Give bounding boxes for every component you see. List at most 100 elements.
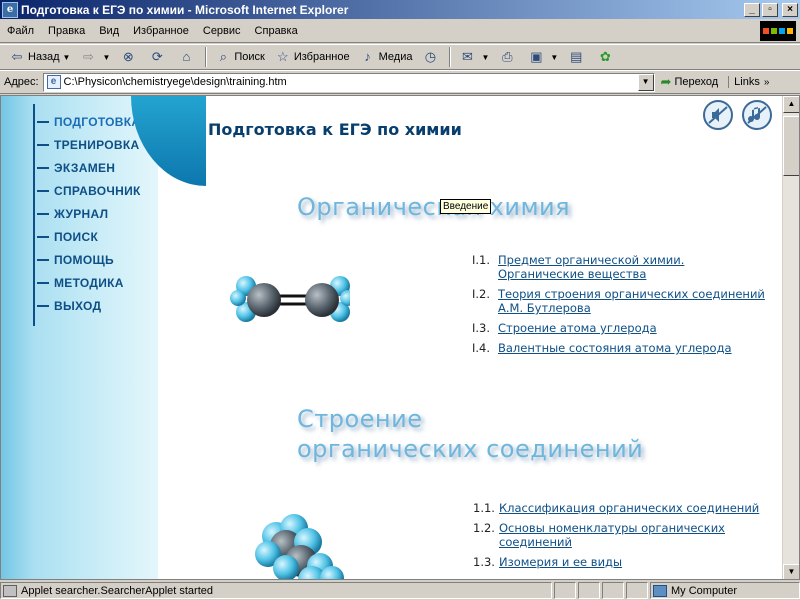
mail-dropdown-icon[interactable]: ▼	[481, 53, 489, 62]
minimize-button[interactable]: _	[744, 2, 760, 17]
nav-item-zhurnal[interactable]: ЖУРНАЛ	[37, 202, 141, 225]
favorites-button[interactable]: ☆ Избранное	[270, 46, 355, 68]
ie-icon: e	[2, 1, 18, 18]
toc-link[interactable]: Изомерия и ее виды	[499, 555, 622, 569]
edit-button[interactable]: ▣ ▼	[523, 46, 563, 68]
toc-number: 1.3.	[473, 555, 495, 569]
menu-tools[interactable]: Сервис	[196, 25, 248, 37]
maximize-button[interactable]: ▫	[762, 2, 778, 17]
mail-icon: ✉	[462, 49, 473, 64]
search-label: Поиск	[234, 51, 265, 63]
toc-number: I.2.	[472, 287, 491, 301]
nav-dash	[37, 304, 49, 307]
messenger-icon: ✿	[599, 49, 611, 64]
toc-number: 1.2.	[473, 521, 495, 535]
media-label: Медиа	[378, 51, 413, 63]
toc-number: 1.1.	[473, 501, 495, 515]
media-icon: ♪	[364, 49, 371, 64]
menu-bar: Файл Правка Вид Избранное Сервис Справка	[0, 19, 800, 43]
nav-item-spravochnik[interactable]: СПРАВОЧНИК	[37, 179, 141, 202]
toc-link[interactable]: Теория строения органических соединений …	[498, 287, 772, 315]
toc-item: 1.2. Основы номенклатуры органических сое…	[473, 521, 773, 549]
address-url[interactable]: C:\Physicon\chemistryege\design\training…	[64, 76, 638, 88]
window-title-bar: e Подготовка к ЕГЭ по химии - Microsoft …	[0, 0, 800, 19]
section-heading-line: Строение	[297, 405, 423, 433]
chevron-right-icon: »	[763, 77, 770, 88]
toolbar: ⇦ Назад ▼ ⇨ ▼ ⊗ ⟳ ⌂ ⌕ Поиск ☆ Избранное …	[0, 44, 800, 70]
home-button[interactable]: ⌂	[173, 46, 202, 68]
status-bar: Applet searcher.SearcherApplet started M…	[0, 581, 800, 600]
nav-label: ЭКЗАМЕН	[54, 160, 116, 175]
toc-number: I.4.	[472, 341, 491, 355]
toc-link[interactable]: Предмет органической химии. Органические…	[498, 253, 772, 281]
nav-label: МЕТОДИКА	[54, 275, 124, 290]
mail-button[interactable]: ✉ ▼	[454, 46, 494, 68]
toc-number: I.3.	[472, 321, 491, 335]
address-input[interactable]: e C:\Physicon\chemistryege\design\traini…	[42, 72, 655, 92]
close-button[interactable]: ×	[782, 2, 798, 17]
discuss-button[interactable]: ▤	[563, 46, 592, 68]
print-button[interactable]: ⎙	[494, 46, 523, 68]
history-button[interactable]: ◷	[417, 46, 446, 68]
refresh-button[interactable]: ⟳	[144, 46, 173, 68]
main-panel: Подготовка к ЕГЭ по химии Органическая х…	[158, 96, 780, 579]
window-title: Подготовка к ЕГЭ по химии - Microsoft In…	[21, 2, 349, 17]
search-button[interactable]: ⌕ Поиск	[210, 46, 269, 68]
toc-link[interactable]: Строение атома углерода	[498, 321, 657, 335]
status-cell	[602, 582, 624, 599]
menu-view[interactable]: Вид	[92, 25, 126, 37]
nav-item-trenirovka[interactable]: ТРЕНИРОВКА	[37, 133, 141, 156]
music-muted-icon[interactable]	[742, 100, 772, 130]
menu-help[interactable]: Справка	[248, 25, 305, 37]
section-heading: Строение органических соединений	[297, 404, 643, 464]
nav-item-poisk[interactable]: ПОИСК	[37, 225, 141, 248]
scroll-thumb[interactable]	[783, 116, 799, 176]
vertical-scrollbar[interactable]: ▲ ▼	[782, 96, 799, 579]
sidebar-divider	[33, 104, 35, 326]
scroll-up-icon[interactable]: ▲	[783, 96, 799, 113]
go-button[interactable]: ➦ Переход	[661, 74, 719, 90]
menu-favorites[interactable]: Избранное	[126, 25, 196, 37]
music-muted-glyph	[747, 106, 767, 124]
sidebar: ПОДГОТОВКА ТРЕНИРОВКА ЭКЗАМЕН СПРАВОЧНИК…	[1, 96, 158, 579]
back-arrow-icon: ⇦	[11, 49, 23, 64]
address-dropdown-icon[interactable]: ▼	[637, 73, 654, 91]
nav-item-podgotovka[interactable]: ПОДГОТОВКА	[37, 110, 141, 133]
search-icon: ⌕	[219, 49, 228, 64]
refresh-icon: ⟳	[151, 49, 163, 64]
back-dropdown-icon[interactable]: ▼	[63, 53, 71, 62]
nav-label: ПОИСК	[54, 229, 99, 244]
links-button[interactable]: Links»	[728, 76, 769, 88]
nav-item-vyhod[interactable]: ВЫХОД	[37, 294, 141, 317]
forward-arrow-icon: ⇨	[83, 49, 94, 64]
menu-file[interactable]: Файл	[0, 25, 41, 37]
toc-item: I.1. Предмет органической химии. Органиче…	[472, 253, 772, 281]
nav-item-ekzamen[interactable]: ЭКЗАМЕН	[37, 156, 141, 179]
status-cell	[626, 582, 648, 599]
forward-dropdown-icon[interactable]: ▼	[102, 53, 110, 62]
status-cell	[554, 582, 576, 599]
nav-dash	[37, 281, 49, 284]
nav-item-pomosch[interactable]: ПОМОЩЬ	[37, 248, 141, 271]
links-label: Links	[734, 76, 760, 88]
stop-button[interactable]: ⊗	[115, 46, 144, 68]
scroll-down-icon[interactable]: ▼	[783, 564, 799, 579]
toolbar-separator	[449, 47, 452, 67]
toc-link[interactable]: Основы номенклатуры органических соедине…	[499, 521, 773, 549]
status-cell	[578, 582, 600, 599]
status-text: Applet searcher.SearcherApplet started	[21, 584, 214, 597]
forward-button[interactable]: ⇨ ▼	[75, 46, 115, 68]
document-icon: ▤	[570, 49, 583, 64]
toc-link[interactable]: Классификация органических соединений	[499, 501, 759, 515]
messenger-button[interactable]: ✿	[592, 46, 621, 68]
menu-edit[interactable]: Правка	[41, 25, 92, 37]
toc-link[interactable]: Валентные состояния атома углерода	[498, 341, 732, 355]
applet-icon	[3, 584, 17, 597]
media-button[interactable]: ♪ Медиа	[355, 46, 418, 68]
nav-item-metodika[interactable]: МЕТОДИКА	[37, 271, 141, 294]
speaker-muted-icon[interactable]	[703, 100, 733, 130]
go-arrow-icon: ➦	[660, 74, 672, 89]
edit-dropdown-icon[interactable]: ▼	[550, 53, 558, 62]
computer-icon	[653, 584, 667, 597]
back-button[interactable]: ⇦ Назад ▼	[4, 46, 75, 68]
